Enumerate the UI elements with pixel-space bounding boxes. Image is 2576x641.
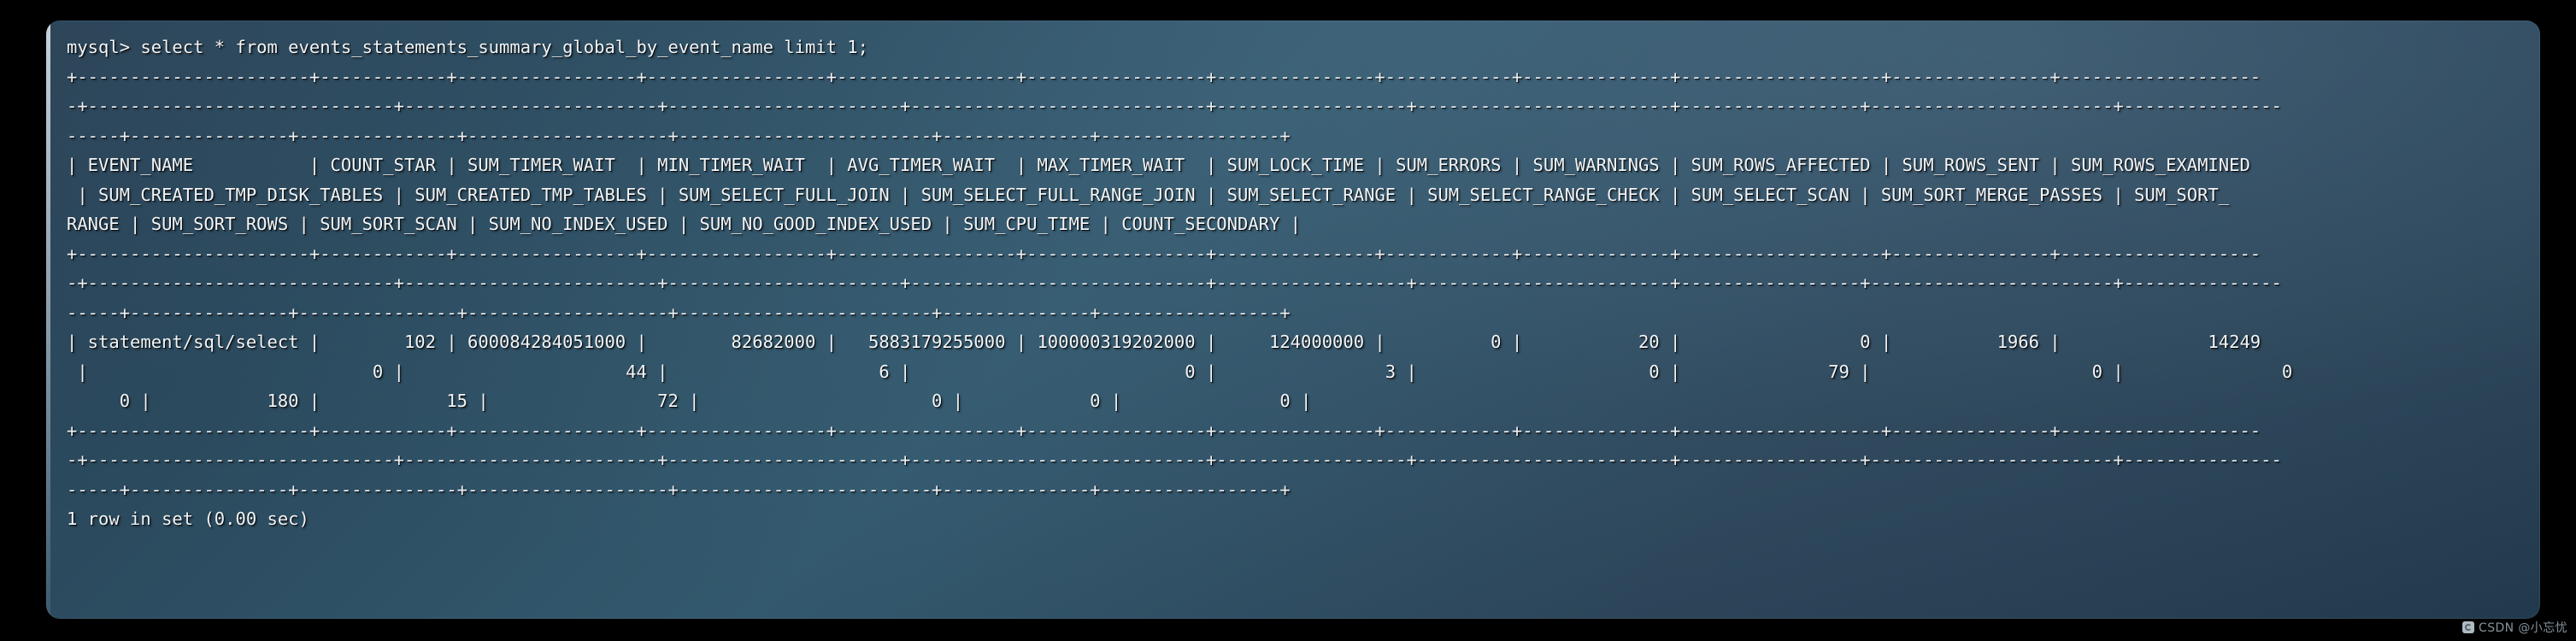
table-rule-top-part1: +----------------------+------------+---… <box>67 66 2261 87</box>
table-row-part1: | statement/sql/select | 102 | 600084284… <box>67 332 2261 352</box>
table-rule-bottom-part2: -+-----------------------------+--------… <box>67 450 2282 470</box>
table-rule-top-part3: -----+---------------+---------------+--… <box>67 125 1291 146</box>
table-rule-mid-part1: +----------------------+------------+---… <box>67 243 2261 264</box>
table-rule-mid-part3: -----+---------------+---------------+--… <box>67 302 1291 323</box>
result-footer-line: 1 row in set (0.00 sec) <box>67 509 309 529</box>
table-rule-bottom-part1: +----------------------+------------+---… <box>67 420 2261 441</box>
terminal-prompt-line: mysql> select * from events_statements_s… <box>67 37 868 57</box>
table-rule-mid-part2: -+-----------------------------+--------… <box>67 273 2282 293</box>
table-header-part3: RANGE | SUM_SORT_ROWS | SUM_SORT_SCAN | … <box>67 214 1302 234</box>
watermark: CSDN @小忘忧 <box>2462 619 2567 636</box>
table-header-part1: | EVENT_NAME | COUNT_STAR | SUM_TIMER_WA… <box>67 155 2250 175</box>
terminal-window[interactable]: mysql> select * from events_statements_s… <box>46 21 2540 619</box>
table-row-part2: | 0 | 44 | 6 | 0 | 3 | 0 | 79 | 0 | 0 <box>67 361 2293 382</box>
table-header-part2: | SUM_CREATED_TMP_DISK_TABLES | SUM_CREA… <box>67 184 2230 205</box>
terminal-screen[interactable]: mysql> select * from events_statements_s… <box>46 21 2540 619</box>
table-row-part3: 0 | 180 | 15 | 72 | 0 | 0 | 0 | <box>67 391 1312 411</box>
csdn-logo-icon <box>2462 621 2475 633</box>
table-rule-bottom-part3: -----+---------------+---------------+--… <box>67 479 1291 500</box>
screenshot-root: mysql> select * from events_statements_s… <box>0 0 2576 641</box>
table-rule-top-part2: -+-----------------------------+--------… <box>67 96 2282 116</box>
watermark-text: CSDN @小忘忧 <box>2479 621 2567 635</box>
